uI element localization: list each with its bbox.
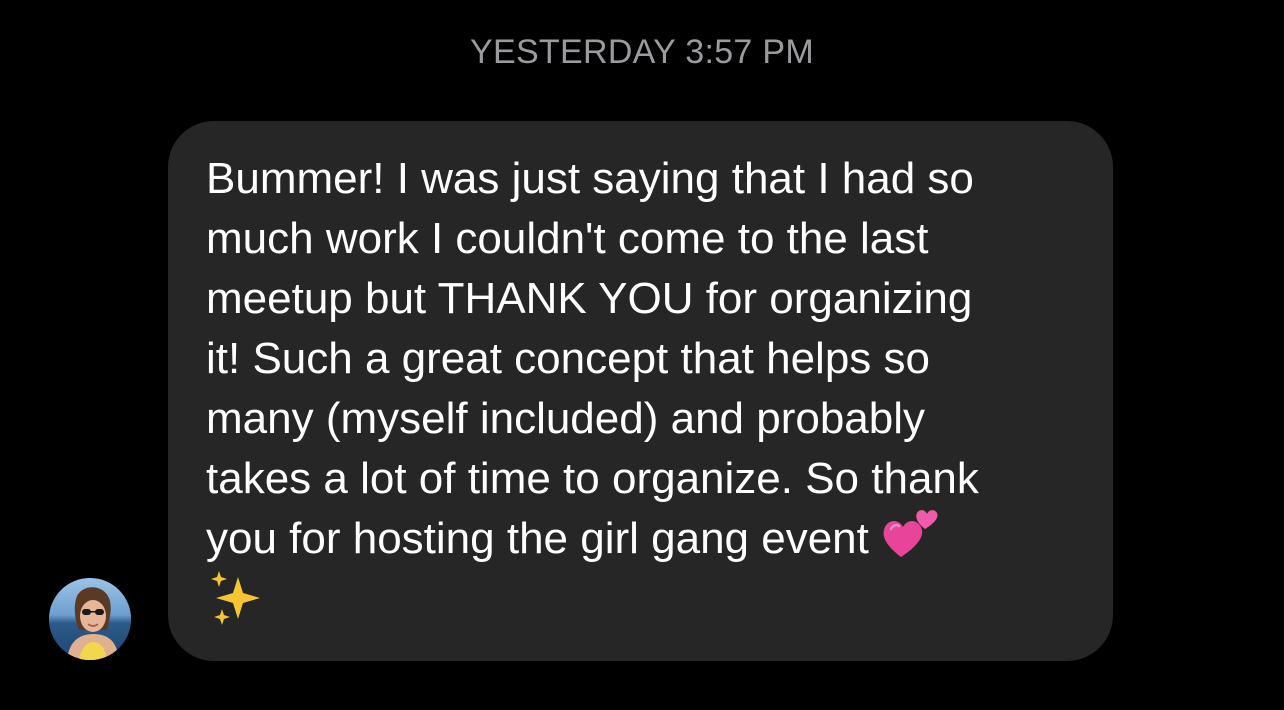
message-bubble[interactable]: Bummer! I was just saying that I had so …: [168, 121, 1113, 661]
two-hearts-icon: [883, 510, 938, 558]
message-text: Bummer! I was just saying that I had so …: [206, 154, 979, 563]
message-timestamp: YESTERDAY 3:57 PM: [470, 33, 814, 71]
avatar-photo: [49, 578, 131, 660]
message-text-container: Bummer! I was just saying that I had so …: [206, 149, 1093, 629]
sender-avatar[interactable]: [49, 578, 131, 660]
sparkles-icon: [211, 571, 260, 626]
